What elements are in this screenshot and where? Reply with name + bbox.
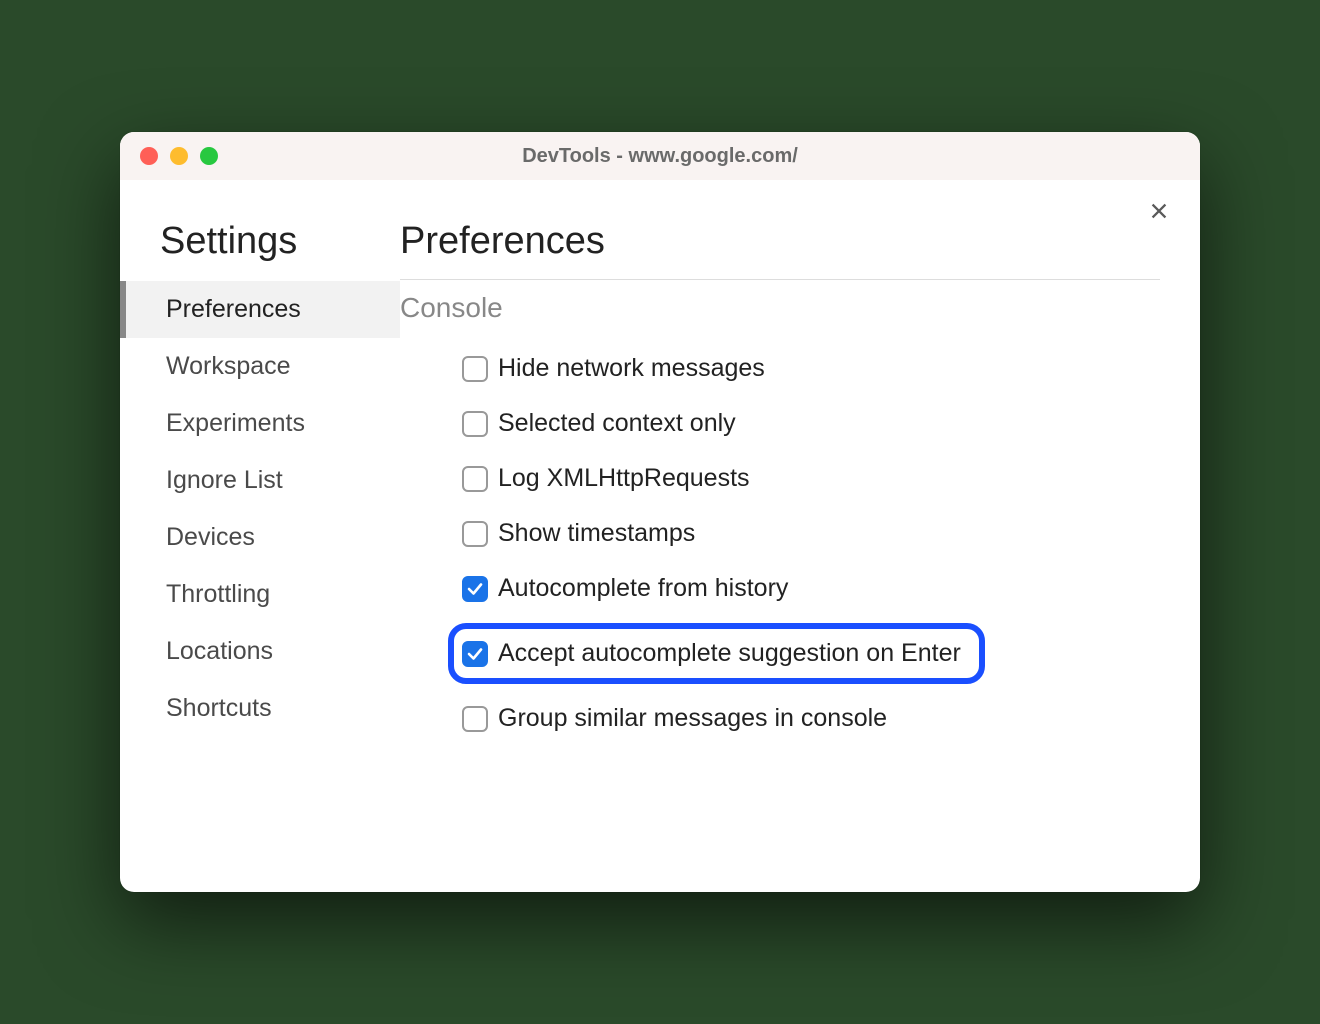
main-heading: Preferences bbox=[400, 220, 1160, 263]
divider bbox=[400, 279, 1160, 280]
option-log-xmlhttprequests[interactable]: Log XMLHttpRequests bbox=[456, 458, 760, 499]
content-area: Settings PreferencesWorkspaceExperiments… bbox=[120, 180, 1200, 892]
minimize-window-button[interactable] bbox=[170, 147, 188, 165]
option-autocomplete-from-history[interactable]: Autocomplete from history bbox=[456, 568, 798, 609]
devtools-settings-window: DevTools - www.google.com/ Settings Pref… bbox=[120, 132, 1200, 892]
option-label: Accept autocomplete suggestion on Enter bbox=[498, 639, 961, 668]
sidebar-heading: Settings bbox=[150, 220, 400, 263]
option-selected-context-only[interactable]: Selected context only bbox=[456, 403, 746, 444]
traffic-lights bbox=[140, 147, 218, 165]
option-accept-autocomplete-suggestion-on-enter[interactable]: Accept autocomplete suggestion on Enter bbox=[448, 623, 985, 684]
checkbox[interactable] bbox=[462, 641, 488, 667]
checkbox[interactable] bbox=[462, 576, 488, 602]
sidebar-item-devices[interactable]: Devices bbox=[120, 509, 400, 566]
checkbox[interactable] bbox=[462, 466, 488, 492]
option-label: Log XMLHttpRequests bbox=[498, 464, 750, 493]
checkbox[interactable] bbox=[462, 521, 488, 547]
option-show-timestamps[interactable]: Show timestamps bbox=[456, 513, 705, 554]
checkbox[interactable] bbox=[462, 706, 488, 732]
option-hide-network-messages[interactable]: Hide network messages bbox=[456, 348, 775, 389]
settings-sidebar: Settings PreferencesWorkspaceExperiments… bbox=[120, 220, 400, 892]
sidebar-item-preferences[interactable]: Preferences bbox=[120, 281, 400, 338]
options-list: Hide network messages Selected context on… bbox=[400, 348, 1160, 739]
sidebar-nav: PreferencesWorkspaceExperimentsIgnore Li… bbox=[150, 281, 400, 737]
checkbox[interactable] bbox=[462, 411, 488, 437]
sidebar-item-ignore-list[interactable]: Ignore List bbox=[120, 452, 400, 509]
section-title: Console bbox=[400, 292, 1160, 324]
titlebar: DevTools - www.google.com/ bbox=[120, 132, 1200, 180]
option-label: Selected context only bbox=[498, 409, 736, 438]
sidebar-item-workspace[interactable]: Workspace bbox=[120, 338, 400, 395]
sidebar-item-throttling[interactable]: Throttling bbox=[120, 566, 400, 623]
sidebar-item-shortcuts[interactable]: Shortcuts bbox=[120, 680, 400, 737]
option-group-similar-messages-in-console[interactable]: Group similar messages in console bbox=[456, 698, 897, 739]
zoom-window-button[interactable] bbox=[200, 147, 218, 165]
option-label: Autocomplete from history bbox=[498, 574, 788, 603]
option-label: Show timestamps bbox=[498, 519, 695, 548]
checkbox[interactable] bbox=[462, 356, 488, 382]
window-title: DevTools - www.google.com/ bbox=[120, 145, 1200, 168]
sidebar-item-experiments[interactable]: Experiments bbox=[120, 395, 400, 452]
option-label: Hide network messages bbox=[498, 354, 765, 383]
close-icon[interactable] bbox=[1148, 200, 1170, 226]
option-label: Group similar messages in console bbox=[498, 704, 887, 733]
main-panel: Preferences Console Hide network message… bbox=[400, 220, 1200, 892]
close-window-button[interactable] bbox=[140, 147, 158, 165]
sidebar-item-locations[interactable]: Locations bbox=[120, 623, 400, 680]
